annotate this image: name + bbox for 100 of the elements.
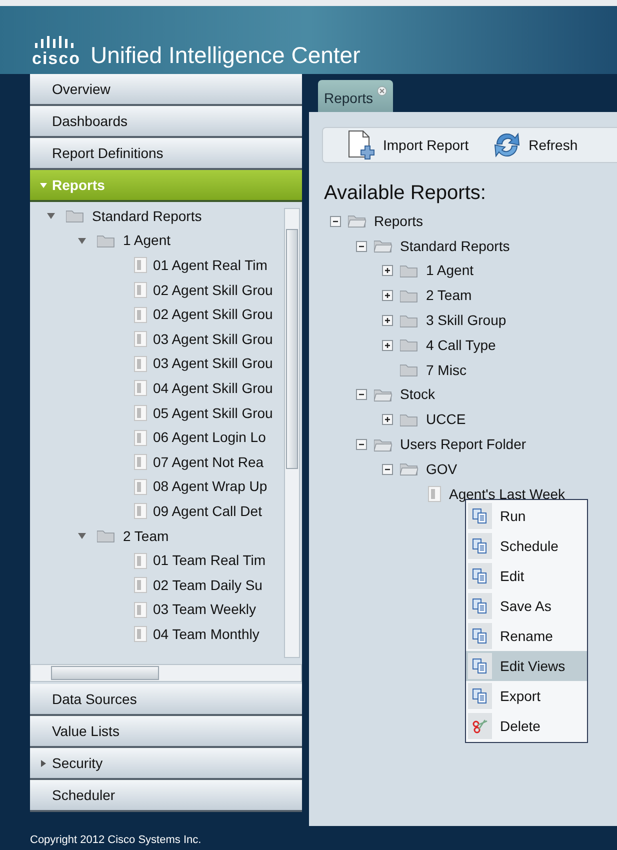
collapse-toggle[interactable] [356, 389, 366, 400]
expand-toggle[interactable] [382, 265, 392, 276]
menu-item[interactable]: Rename [466, 621, 587, 651]
expanded-arrow-icon[interactable] [47, 213, 55, 220]
document-icon [134, 552, 147, 569]
report-item[interactable]: 05 Agent Skill Grou [153, 402, 273, 424]
accordion-header[interactable]: Overview [30, 74, 302, 106]
folder-item[interactable]: UCCE [426, 409, 466, 430]
accordion-header[interactable]: Security [30, 748, 302, 780]
document-icon [134, 430, 147, 446]
document-icon [134, 602, 147, 618]
app-title: Unified Intelligence Center [90, 42, 360, 68]
folder-item[interactable]: 4 Call Type [426, 334, 496, 356]
document-icon [134, 626, 147, 642]
folder-item[interactable]: 1 Agent [123, 230, 170, 252]
close-icon[interactable] [377, 86, 388, 96]
folder-icon [400, 264, 418, 278]
menu-item[interactable]: Delete [466, 711, 587, 741]
folder-icon [400, 363, 418, 378]
report-item[interactable]: 03 Agent Skill Grou [153, 353, 273, 374]
folder-item[interactable]: Standard Reports [92, 206, 202, 227]
accordion-header[interactable]: Data Sources [30, 684, 302, 716]
document-icon [134, 257, 147, 274]
report-item[interactable]: 03 Team Weekly [153, 599, 256, 620]
open-folder-icon [374, 388, 392, 402]
collapse-toggle[interactable] [330, 216, 340, 227]
pages-icon [472, 598, 488, 614]
folder-item[interactable]: Stock [400, 384, 436, 406]
pages-icon [472, 688, 488, 704]
report-item[interactable]: 06 Agent Login Lo [153, 427, 266, 448]
menu-item[interactable]: Export [466, 681, 587, 711]
menu-item[interactable]: Save As [466, 591, 587, 621]
document-icon [134, 454, 147, 470]
document-icon [134, 356, 147, 372]
pages-icon [472, 568, 488, 584]
open-folder-icon [348, 214, 366, 228]
folder-item[interactable]: 7 Misc [426, 360, 466, 381]
accordion-header[interactable]: Scheduler [30, 780, 302, 812]
expand-toggle[interactable] [382, 290, 392, 302]
report-item[interactable]: 02 Agent Skill Grou [153, 304, 273, 326]
open-folder-icon [400, 462, 418, 476]
folder-item[interactable]: 2 Team [426, 285, 472, 306]
expand-toggle[interactable] [382, 315, 392, 326]
refresh-button[interactable]: Refresh [490, 130, 578, 160]
vertical-scrollbar[interactable] [284, 208, 300, 658]
expand-toggle[interactable] [382, 414, 392, 426]
report-item[interactable]: 02 Agent Skill Grou [153, 280, 273, 301]
tab[interactable]: Reports [318, 80, 394, 112]
document-plus-icon [347, 130, 377, 160]
report-item[interactable]: 01 Agent Real Tim [153, 254, 268, 276]
folder-item[interactable]: Standard Reports [400, 236, 510, 257]
folder-item[interactable]: 3 Skill Group [426, 310, 506, 332]
copyright-text: Copyright 2012 Cisco Systems Inc. [30, 833, 202, 848]
folder-item[interactable]: Users Report Folder [400, 434, 526, 456]
open-folder-icon [374, 438, 392, 452]
document-icon [134, 503, 147, 520]
document-icon [134, 478, 147, 495]
collapse-toggle[interactable] [382, 464, 392, 475]
document-icon [134, 380, 147, 396]
document-icon [428, 486, 441, 502]
folder-icon [400, 412, 418, 427]
expanded-arrow-icon[interactable] [78, 533, 86, 540]
collapse-toggle[interactable] [356, 439, 366, 450]
accordion-header[interactable]: Report Definitions [30, 138, 302, 170]
document-icon [134, 577, 147, 594]
folder-item[interactable]: 1 Agent [426, 260, 474, 282]
menu-item[interactable]: Edit Views [466, 651, 587, 681]
scissors-icon [472, 718, 488, 734]
expand-toggle[interactable] [382, 340, 392, 351]
document-icon [134, 306, 147, 323]
open-folder-icon [374, 239, 392, 254]
expanded-arrow-icon[interactable] [78, 238, 86, 244]
logo-text: cisco [32, 50, 80, 68]
report-item[interactable]: 02 Team Daily Su [153, 574, 262, 596]
pages-icon [472, 658, 488, 674]
menu-item[interactable]: Edit [466, 561, 587, 591]
menu-item[interactable]: Schedule [466, 531, 587, 561]
horizontal-scrollbar[interactable] [30, 664, 302, 682]
import-button[interactable]: Import Report [347, 130, 469, 160]
collapse-toggle[interactable] [356, 240, 366, 252]
report-item[interactable]: 08 Agent Wrap Up [153, 476, 268, 498]
accordion-header[interactable]: Value Lists [30, 716, 302, 748]
folder-icon [97, 529, 115, 544]
report-item[interactable]: 07 Agent Not Rea [153, 452, 264, 473]
report-item[interactable]: 01 Team Real Tim [153, 550, 266, 572]
pages-icon [472, 508, 488, 524]
folder-icon [400, 288, 418, 303]
section-heading: Available Reports: [324, 181, 487, 205]
report-item[interactable]: 04 Team Monthly [153, 624, 260, 645]
document-icon [134, 405, 147, 422]
report-item[interactable]: 04 Agent Skill Grou [153, 378, 273, 399]
folder-item[interactable]: 2 Team [123, 526, 169, 547]
report-item[interactable]: 09 Agent Call Det [153, 500, 262, 522]
pages-icon [472, 628, 488, 644]
folder-item[interactable]: GOV [426, 458, 458, 480]
report-item[interactable]: 03 Agent Skill Grou [153, 328, 273, 350]
accordion-header[interactable]: Dashboards [30, 106, 302, 138]
folder-item[interactable]: Reports [374, 210, 424, 232]
menu-item[interactable]: Run [466, 501, 587, 531]
folder-icon [400, 314, 418, 328]
